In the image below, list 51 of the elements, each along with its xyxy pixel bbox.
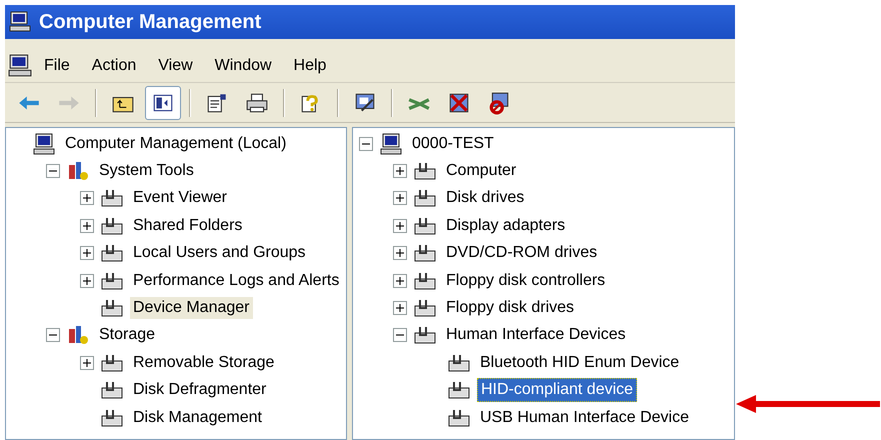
- tree-item[interactable]: Removable Storage: [130, 352, 278, 374]
- tree-item[interactable]: Disk Defragmenter: [130, 379, 270, 402]
- tree-item[interactable]: Storage: [96, 324, 158, 346]
- tree-item[interactable]: Computer Management (Local): [62, 132, 290, 155]
- collapse-icon[interactable]: [359, 136, 373, 151]
- expand-icon[interactable]: [393, 274, 407, 288]
- uninstall-device-icon: [487, 90, 511, 114]
- tree-item[interactable]: Device Manager: [130, 297, 252, 320]
- computer-icon[interactable]: [8, 54, 32, 78]
- tree-item[interactable]: HID-compliant device: [477, 378, 638, 402]
- computer-icon: [9, 11, 31, 33]
- tree-item[interactable]: Bluetooth HID Enum Device: [477, 352, 682, 374]
- tree-item[interactable]: Display adapters: [443, 214, 568, 237]
- tree-item[interactable]: Floppy disk drives: [443, 297, 578, 320]
- printer-icon: [245, 90, 269, 114]
- menu-item[interactable]: View: [148, 54, 203, 78]
- window-title: Computer Management: [39, 10, 262, 35]
- expand-icon[interactable]: [393, 191, 407, 206]
- toolbar-button[interactable]: [145, 86, 181, 120]
- tree-item[interactable]: Disk drives: [443, 187, 528, 210]
- tree-item[interactable]: Floppy disk controllers: [443, 270, 608, 292]
- menu-item[interactable]: Help: [284, 54, 336, 78]
- tree-item[interactable]: DVD/CD-ROM drives: [443, 242, 600, 264]
- expand-icon[interactable]: [393, 301, 407, 316]
- computer-icon: [379, 132, 403, 156]
- tree-item[interactable]: Disk Management: [130, 406, 265, 429]
- collapse-icon[interactable]: [46, 164, 60, 178]
- expand-icon[interactable]: [393, 218, 407, 233]
- collapse-icon[interactable]: [393, 328, 407, 342]
- tree-item[interactable]: Shared Folders: [130, 214, 246, 237]
- expand-icon[interactable]: [80, 218, 94, 233]
- tree-item[interactable]: Human Interface Devices: [443, 324, 629, 346]
- disable-device-icon: [447, 90, 471, 114]
- expand-icon[interactable]: [80, 246, 94, 260]
- computer-icon: [32, 132, 56, 156]
- menu-item[interactable]: Window: [204, 54, 282, 78]
- expand-icon[interactable]: [393, 164, 407, 178]
- tree-item[interactable]: Local Users and Groups: [130, 242, 309, 264]
- tree-item[interactable]: USB Human Interface Device: [477, 406, 692, 429]
- tree-item[interactable]: 0000-TEST: [409, 132, 497, 155]
- tree-item[interactable]: System Tools: [96, 160, 197, 182]
- tree-item[interactable]: Computer: [443, 160, 520, 182]
- menu-item[interactable]: Action: [82, 54, 146, 78]
- menu-item[interactable]: File: [34, 54, 80, 78]
- tree-item[interactable]: Event Viewer: [130, 187, 230, 210]
- expand-icon[interactable]: [80, 274, 94, 288]
- expand-icon[interactable]: [80, 191, 94, 206]
- tree-item[interactable]: Performance Logs and Alerts: [130, 270, 342, 292]
- collapse-icon[interactable]: [46, 328, 60, 342]
- expand-icon[interactable]: [80, 356, 94, 370]
- expand-icon[interactable]: [393, 246, 407, 260]
